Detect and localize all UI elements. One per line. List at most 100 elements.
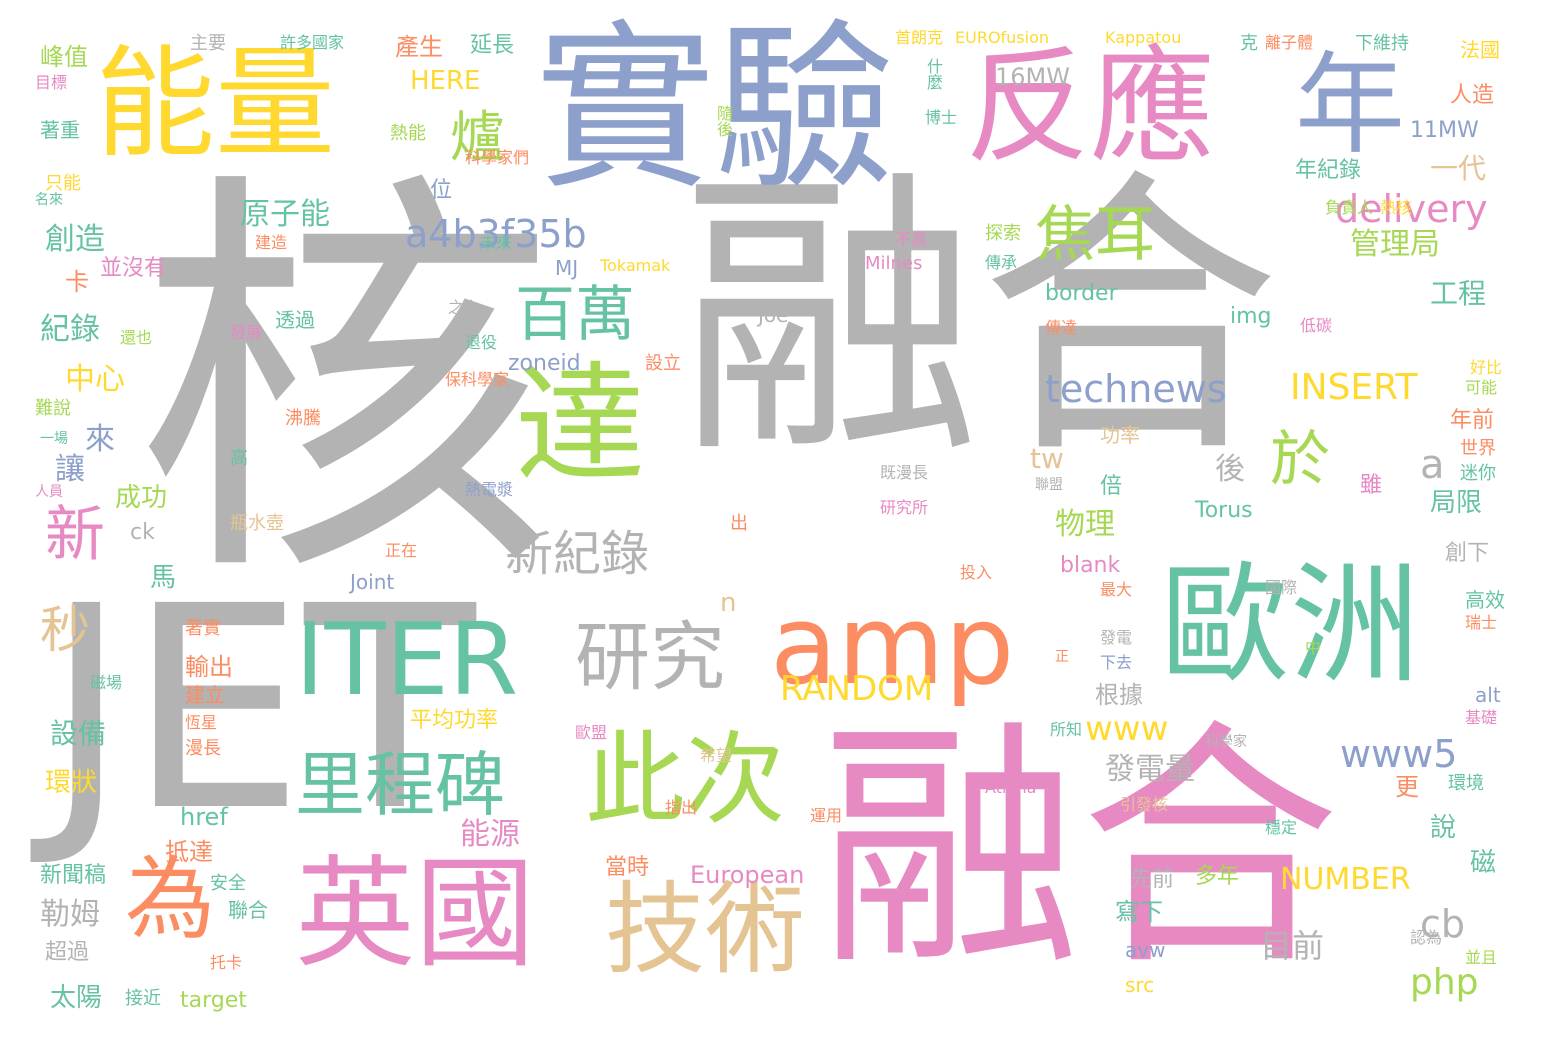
cloud-word: 年 [1295,41,1405,169]
cloud-word: 目標 [35,73,68,92]
cloud-word: 說 [1430,813,1457,843]
cloud-word: 管理局 [1350,227,1440,262]
cloud-word: 漫長 [185,738,221,759]
cloud-word: 紀錄 [40,312,100,347]
cloud-word: 聯合 [228,898,268,922]
cloud-word: Tokamak [600,256,671,275]
cloud-word: 新紀錄 [505,526,650,582]
cloud-word: 輸出 [185,653,233,681]
cloud-word: 達 [515,349,646,501]
cloud-word: 什麼 [924,58,943,90]
cloud-word: 發展 [230,323,263,342]
cloud-word: 中 [1305,638,1322,657]
cloud-word: 托卡 [210,953,243,972]
cloud-word: 迷你 [1460,463,1496,484]
cloud-word: tw [1030,442,1064,475]
cloud-word: 局限 [1430,488,1483,518]
cloud-word: alt [1475,683,1501,707]
cloud-word: 勒姆 [40,897,100,932]
cloud-word: src [1125,973,1155,997]
cloud-word: 16MW [995,63,1070,91]
cloud-word: avw [1125,938,1166,962]
cloud-word: Torus [1195,498,1253,523]
cloud-word: 秒 [40,601,90,659]
cloud-word: EUROfusion [955,28,1050,47]
cloud-word: ITER [295,601,519,718]
cloud-word: n [720,588,737,618]
cloud-word: RANDOM [780,669,934,709]
cloud-word: 環狀 [45,768,98,798]
cloud-word: 平均功率 [410,708,499,733]
cloud-word: 保科學家 [445,370,510,389]
cloud-word: 科學家們 [465,148,530,167]
cloud-word: 能量 [95,35,335,174]
cloud-word: 下去 [1100,653,1133,672]
cloud-word: 寫下 [1115,898,1163,926]
cloud-word: border [1045,281,1118,306]
cloud-word: Joe [758,303,789,327]
cloud-word: 11MW [1410,118,1479,143]
cloud-word: 年前 [1450,408,1495,433]
cloud-word: 熱電漿 [465,480,514,499]
cloud-word: 根據 [1095,681,1143,709]
cloud-word: NUMBER [1280,862,1411,897]
cloud-word: 探索 [985,223,1021,244]
cloud-word: 正在 [385,541,418,560]
cloud-word: 投入 [960,563,993,582]
cloud-word: img [1230,304,1272,329]
cloud-word: 不高 [895,230,928,249]
cloud-word: 創下 [1445,541,1490,566]
cloud-word: 研究所 [880,498,929,517]
word-cloud: 核融合 JET 實驗 融合 能量 反應年達 amp 歐洲 英國 技術為此次 ITER 研究 里程碑 百萬焦… [0,0,1548,1052]
cloud-word: 多年 [1195,864,1240,889]
cloud-word: href [180,803,228,831]
cloud-word: 新聞稿 [40,863,107,888]
cloud-word: zoneid [508,351,581,376]
cloud-word: 只能 [45,173,81,194]
cloud-word: ck [130,520,155,545]
cloud-word: 正 [1055,649,1069,665]
cloud-word: 所知 [1050,720,1083,739]
cloud-word: 熱核 [1380,198,1413,217]
cloud-word: 當時 [605,855,650,880]
cloud-word: Kappatou [1105,28,1182,47]
cloud-word: 熱能 [390,123,426,144]
cloud-word: a [1420,442,1445,488]
cloud-word: 發電 [1100,628,1133,647]
cloud-word: 物理 [1055,507,1115,542]
cloud-word: 更 [1395,773,1419,801]
cloud-word: 成功 [115,483,168,513]
cloud-word: 先前 [1130,867,1175,892]
cloud-word: www [1085,709,1169,749]
cloud-word: 技術 [605,871,805,988]
cloud-word: 離子體 [1265,33,1314,52]
cloud-word: 指出 [665,798,698,817]
cloud-word: php [1410,962,1479,1003]
cloud-word: 一場 [40,431,68,447]
cloud-word: 能源 [460,817,520,852]
cloud-word: 位 [430,178,453,203]
cloud-word: 低碳 [1300,316,1333,335]
cloud-word: 卡 [65,268,89,296]
cloud-word: 超過 [45,940,90,965]
cloud-word: 科學家 [1205,734,1247,750]
cloud-word: 著重 [40,118,80,142]
cloud-word: 接近 [125,988,161,1009]
cloud-word: 出 [730,513,748,534]
cloud-word: 還也 [120,328,153,347]
cloud-word: 高 [230,448,248,469]
cloud-word: 後 [1215,452,1245,487]
cloud-word: 並沒有 [100,256,167,281]
cloud-word: 設備 [50,717,107,750]
cloud-word: 恆星 [185,713,218,732]
cloud-word: HERE [410,66,481,96]
cloud-word: 傳承 [985,253,1018,272]
cloud-word: 於 [1270,425,1330,495]
cloud-word: 抵達 [165,838,213,866]
cloud-word: 人造 [1450,83,1495,108]
cloud-word: blank [1060,553,1121,578]
cloud-word: 之上 [448,298,481,317]
cloud-word: 克 [1240,33,1258,54]
cloud-word: 許多國家 [280,33,345,52]
cloud-word: 運用 [810,806,843,825]
